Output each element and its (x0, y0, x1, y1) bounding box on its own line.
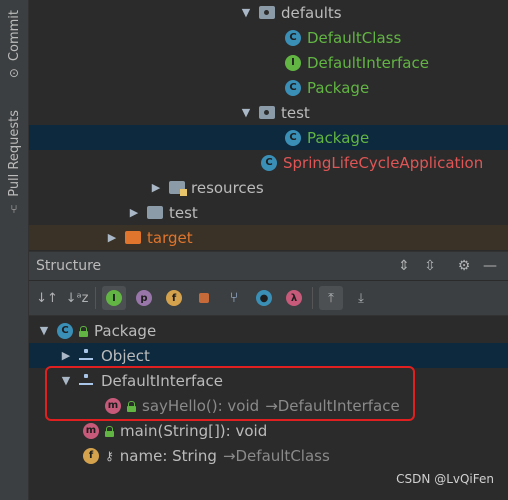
tree-node-resources[interactable]: ▶ resources (29, 175, 508, 200)
package-folder-icon (259, 6, 275, 19)
tree-node-defaultinterface[interactable]: I DefaultInterface (29, 50, 508, 75)
anonymous-classes-icon: ⑂ (229, 290, 239, 306)
collapse-arrow-icon[interactable]: ▶ (59, 349, 73, 363)
tree-node-label: SpringLifeCycleApplication (283, 153, 484, 172)
structure-toolbar: ↓↑ ↓ᵃz I p f ⑂ ● λ ⤒ ⤓ (29, 281, 508, 316)
tree-node-test-package[interactable]: ▼ test (29, 100, 508, 125)
class-icon: C (285, 79, 301, 96)
structure-node-origin: →DefaultClass (222, 446, 330, 465)
sort-alphabetically-icon[interactable]: ↓ᵃz (65, 286, 89, 310)
show-properties-button[interactable]: p (132, 286, 156, 310)
public-lock-icon (105, 425, 114, 437)
structure-node-package[interactable]: ▼ C Package (29, 318, 508, 343)
tree-node-defaults[interactable]: ▼ defaults (29, 0, 508, 25)
toolbar-separator (95, 287, 96, 309)
pull-requests-tab-label: Pull Requests (6, 110, 22, 197)
structure-header: Structure ⇕ ⇳ ⚙ — (29, 251, 508, 280)
tree-node-label: test (281, 103, 310, 122)
autoscroll-to-source-button[interactable]: ⤒ (319, 286, 343, 310)
tree-node-test-package-class[interactable]: C Package (29, 125, 508, 150)
tree-node-label: resources (191, 178, 264, 197)
structure-node-label: main(String[]): void (120, 421, 268, 440)
non-public-lock-icon (199, 293, 209, 303)
expand-arrow-icon[interactable]: ▼ (239, 6, 253, 20)
show-inner-classes-button[interactable]: ● (252, 286, 276, 310)
folder-icon (147, 206, 163, 219)
tree-node-label: defaults (281, 3, 342, 22)
show-non-public-button[interactable] (192, 286, 216, 310)
structure-title: Structure (36, 258, 102, 274)
structure-node-main[interactable]: m main(String[]): void (29, 418, 508, 443)
toolbar-separator (312, 287, 313, 309)
show-anonymous-button[interactable]: ⑂ (222, 286, 246, 310)
commit-icon: ⊙ (8, 66, 20, 81)
collapse-arrow-icon[interactable]: ▶ (105, 231, 119, 245)
tree-node-label: target (147, 228, 193, 247)
autoscroll-from-source-button[interactable]: ⤓ (349, 286, 373, 310)
collapse-all-icon[interactable]: ⇳ (420, 256, 440, 276)
tree-node-springlifecycleapplication[interactable]: C SpringLifeCycleApplication (29, 150, 508, 175)
tree-node-target[interactable]: ▶ target (29, 225, 508, 250)
tree-node-test[interactable]: ▶ test (29, 200, 508, 225)
tree-node-package[interactable]: C Package (29, 75, 508, 100)
interface-icon: I (285, 54, 301, 71)
tree-node-label: test (169, 203, 198, 222)
tree-node-defaultclass[interactable]: C DefaultClass (29, 25, 508, 50)
gear-icon[interactable]: ⚙ (454, 256, 474, 276)
excluded-folder-icon (125, 231, 141, 244)
tree-node-label: DefaultClass (307, 28, 402, 47)
left-tool-stripe: Commit ⊙ Pull Requests ⑂ (0, 0, 29, 500)
tree-node-label: DefaultInterface (307, 53, 429, 72)
show-fields-button[interactable]: f (162, 286, 186, 310)
show-inherited-button[interactable]: I (102, 286, 126, 310)
structure-node-label: Package (94, 321, 157, 340)
watermark: CSDN @LvQiFen (396, 472, 494, 486)
resources-folder-icon (169, 181, 187, 196)
autoscroll-to-source-icon: ⤒ (328, 290, 334, 306)
sort-by-visibility-icon[interactable]: ↓↑ (35, 286, 59, 310)
expand-arrow-icon[interactable]: ▼ (37, 324, 51, 338)
properties-icon: p (136, 290, 152, 306)
expand-arrow-icon[interactable]: ▼ (239, 106, 253, 120)
tree-node-label: Package (307, 78, 370, 97)
collapse-arrow-icon[interactable]: ▶ (127, 206, 141, 220)
inherited-icon: I (106, 290, 122, 306)
field-icon: f (83, 447, 99, 464)
public-lock-icon (79, 325, 88, 337)
structure-node-object[interactable]: ▶ Object (29, 343, 508, 368)
package-private-key-icon: ⚷ (105, 448, 114, 463)
class-icon: C (285, 129, 301, 146)
highlight-annotation-box (45, 366, 415, 421)
tree-node-label: Package (307, 128, 370, 147)
minimize-icon[interactable]: — (480, 256, 500, 276)
collapse-arrow-icon[interactable]: ▶ (149, 181, 163, 195)
lambda-icon: λ (286, 290, 302, 306)
pull-requests-tab[interactable]: Pull Requests ⑂ (2, 110, 26, 215)
structure-node-label: Object (101, 346, 150, 365)
spring-boot-class-icon: C (261, 154, 277, 171)
package-folder-icon (259, 106, 275, 119)
inner-class-icon: ● (256, 290, 272, 306)
structure-node-name[interactable]: f ⚷ name: String →DefaultClass (29, 443, 508, 468)
commit-tab[interactable]: Commit ⊙ (2, 10, 26, 79)
fields-icon: f (166, 290, 182, 306)
expand-all-icon[interactable]: ⇕ (394, 256, 414, 276)
pull-request-icon: ⑂ (10, 201, 18, 216)
commit-tab-label: Commit (6, 10, 22, 62)
autoscroll-from-source-icon: ⤓ (358, 290, 364, 306)
class-icon: C (285, 29, 301, 46)
show-lambdas-button[interactable]: λ (282, 286, 306, 310)
class-icon: C (57, 322, 73, 339)
method-icon: m (83, 422, 99, 439)
structure-node-label: name: String (119, 446, 217, 465)
inherited-hierarchy-icon (79, 348, 93, 363)
project-tree-panel: ▼ defaults C DefaultClass I DefaultInter… (29, 0, 508, 250)
